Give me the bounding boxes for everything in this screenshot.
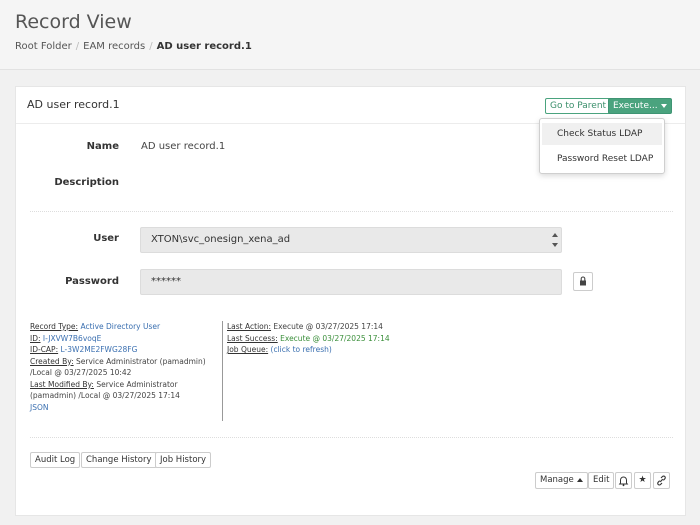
card-title: AD user record.1 [27,98,120,111]
created-by-line2: /Local @ 03/27/2025 10:42 [30,368,132,377]
name-label: Name [86,141,119,152]
chevron-down-icon [552,243,558,247]
bell-icon [618,476,629,487]
id-link[interactable]: I-JXVW7B6voqE [43,334,101,343]
password-field[interactable]: ****** [140,269,562,295]
page-title: Record View [15,11,132,33]
breadcrumb-separator: / [75,41,80,52]
record-type-label: Record Type: [30,322,79,331]
job-queue-refresh-link[interactable]: (click to refresh) [271,345,332,354]
section-divider [30,211,673,212]
edit-button[interactable]: Edit [588,472,615,489]
section-divider [30,437,673,438]
notifications-button[interactable] [615,472,632,489]
unlock-password-button[interactable] [573,272,593,291]
user-label: User [93,233,119,244]
record-card: AD user record.1 Go to Parent Execute...… [15,86,686,516]
star-icon: ★ [638,475,647,485]
modified-by-label: Last Modified By: [30,379,94,389]
id-cap-link[interactable]: L-3W2ME2FWG28FG [61,345,138,354]
breadcrumb: Root Folder / EAM records / AD user record.1 [15,41,252,52]
manage-button[interactable]: Manage [535,472,588,489]
id-cap-label: ID-CAP: [30,345,59,354]
manage-button-label: Manage [540,475,574,485]
job-status: Last Action: Execute @ 03/27/2025 17:14 … [227,321,467,356]
name-value: AD user record.1 [141,141,226,152]
description-label: Description [54,177,119,188]
json-link[interactable]: JSON [30,403,49,412]
breadcrumb-current: AD user record.1 [156,41,252,52]
created-by-label: Created By: [30,356,74,366]
chevron-up-icon [552,233,558,237]
audit-log-button[interactable]: Audit Log [30,452,81,468]
breadcrumb-root[interactable]: Root Folder [15,41,72,52]
last-success-label: Last Success: [227,333,278,343]
record-metadata: Record Type: Active Directory User ID: I… [30,321,220,413]
lock-icon [580,276,586,286]
link-icon [657,475,666,486]
execute-button-label: Execute... [613,101,658,111]
page-header: Record View Root Folder / EAM records / AD u… [0,0,700,70]
record-type-link[interactable]: Active Directory User [80,322,160,331]
execute-dropdown-menu: Check Status LDAP Password Reset LDAP [539,118,665,174]
breadcrumb-parent[interactable]: EAM records [83,41,145,52]
favorite-button[interactable]: ★ [634,472,651,489]
share-link-button[interactable] [653,472,670,489]
user-field-spinner[interactable] [548,227,562,253]
change-history-button[interactable]: Change History [81,452,157,468]
job-queue-label: Job Queue: [227,345,269,354]
execute-button[interactable]: Execute... [608,98,672,114]
menu-item-check-status-ldap[interactable]: Check Status LDAP [542,123,662,145]
modified-by-line2: (pamadmin) /Local @ 03/27/2025 17:14 [30,391,180,400]
last-action-label: Last Action: [227,322,272,331]
breadcrumb-separator: / [149,41,153,52]
password-label: Password [65,276,119,287]
go-to-parent-button[interactable]: Go to Parent [545,98,612,114]
caret-down-icon [660,103,667,108]
caret-up-icon [576,477,583,482]
created-by-value: Service Administrator (pamadmin) [76,356,206,366]
last-success-value: Execute @ 03/27/2025 17:14 [280,333,390,343]
id-label: ID: [30,333,41,343]
menu-item-password-reset-ldap[interactable]: Password Reset LDAP [542,148,662,170]
metadata-separator [222,321,223,421]
last-action-value: Execute @ 03/27/2025 17:14 [273,322,383,331]
user-field[interactable]: XTON\svc_onesign_xena_ad [140,227,562,253]
job-history-button[interactable]: Job History [155,452,212,468]
modified-by-value: Service Administrator [96,379,178,389]
